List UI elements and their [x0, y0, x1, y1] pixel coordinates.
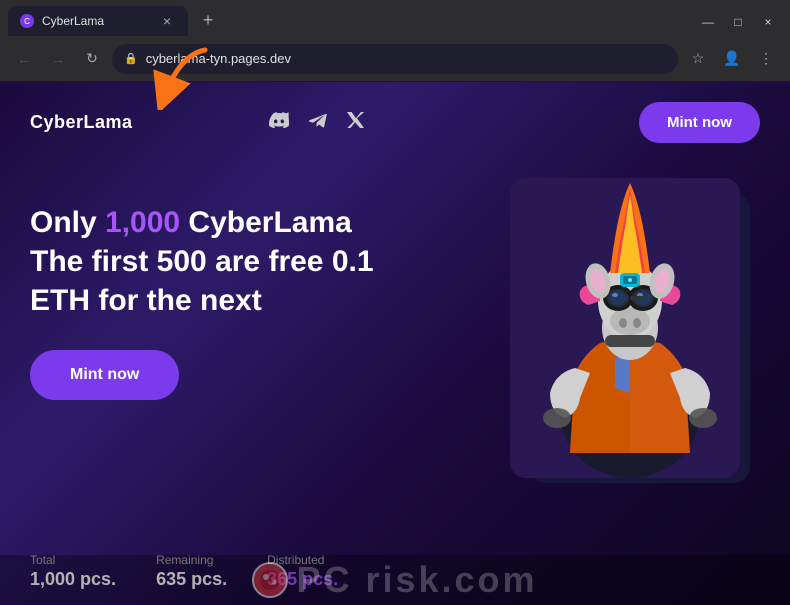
address-bar[interactable]: 🔒 cyberlama-tyn.pages.dev [112, 44, 678, 74]
tab-favicon: C [20, 14, 34, 28]
lock-icon: 🔒 [124, 52, 138, 65]
discord-icon[interactable] [269, 112, 289, 133]
twitter-icon[interactable] [347, 112, 365, 133]
toolbar-right: ☆ 👤 ⋮ [684, 45, 780, 73]
active-tab[interactable]: C CyberLama × [8, 6, 188, 36]
social-icons [269, 112, 365, 133]
bookmark-icon[interactable]: ☆ [684, 45, 712, 73]
tab-title: CyberLama [42, 14, 150, 28]
reload-button[interactable]: ↻ [78, 45, 106, 73]
telegram-icon[interactable] [309, 112, 327, 133]
tab-close-button[interactable]: × [158, 12, 176, 30]
profile-icon[interactable]: 👤 [718, 45, 746, 73]
watermark: PC risk.com [0, 555, 790, 605]
maximize-button[interactable]: □ [724, 12, 752, 32]
hero-heading: Only 1,000 CyberLama The first 500 are f… [30, 203, 480, 320]
nft-llama-art [500, 173, 760, 493]
close-button[interactable]: × [754, 12, 782, 32]
nft-image-container [500, 173, 760, 493]
watermark-dot [252, 562, 288, 598]
forward-button[interactable]: → [44, 45, 72, 73]
address-text: cyberlama-tyn.pages.dev [146, 51, 666, 66]
website-content: CyberLama [0, 82, 790, 605]
hero-section: Only 1,000 CyberLama The first 500 are f… [0, 163, 790, 538]
hero-text: Only 1,000 CyberLama The first 500 are f… [30, 183, 480, 400]
mint-now-button-nav[interactable]: Mint now [639, 102, 760, 143]
new-tab-button[interactable]: + [194, 6, 222, 34]
tab-bar: C CyberLama × + — □ × [0, 0, 790, 36]
browser-frame: C CyberLama × + — □ × ← → ↻ 🔒 cyberlama-… [0, 0, 790, 605]
window-controls: — □ × [694, 12, 782, 36]
back-button[interactable]: ← [10, 45, 38, 73]
mint-now-button-hero[interactable]: Mint now [30, 350, 179, 400]
browser-toolbar: ← → ↻ 🔒 cyberlama-tyn.pages.dev ☆ 👤 ⋮ [0, 36, 790, 82]
minimize-button[interactable]: — [694, 12, 722, 32]
site-navigation: CyberLama [0, 82, 790, 163]
watermark-text: PC risk.com [296, 559, 537, 601]
site-logo: CyberLama [30, 112, 133, 133]
browser-menu-icon[interactable]: ⋮ [752, 45, 780, 73]
